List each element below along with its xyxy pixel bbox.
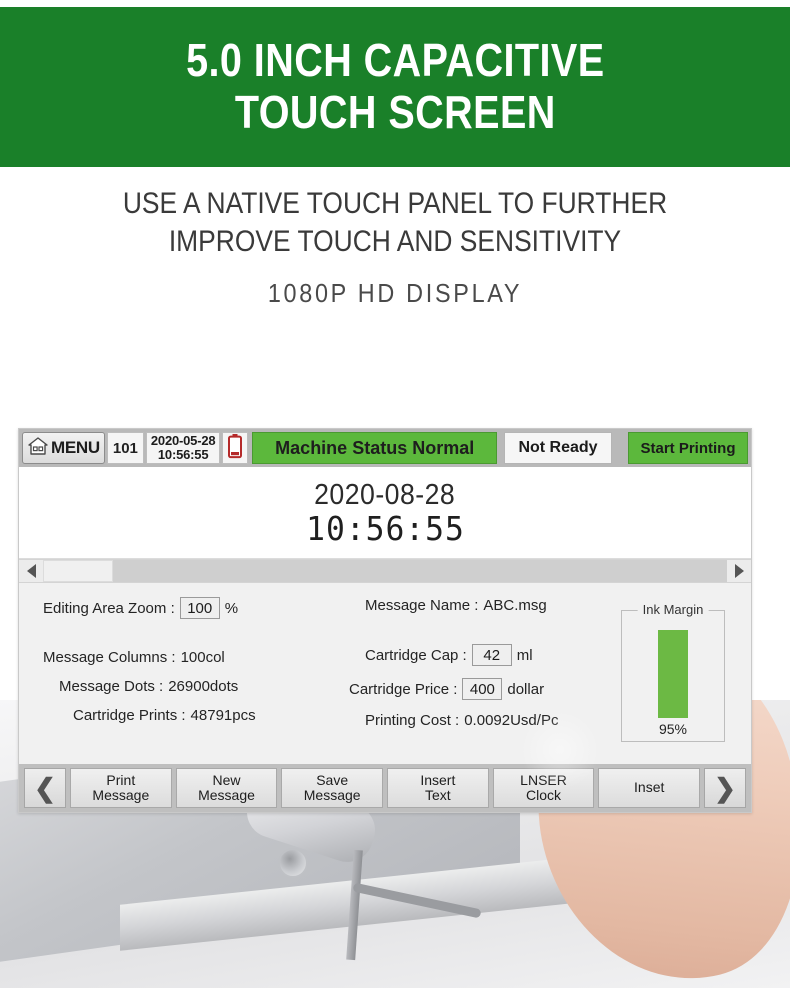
message-name-label: Message Name : <box>365 597 479 614</box>
insert-text-button[interactable]: Insert Text <box>387 768 489 808</box>
info-column-middle: Message Name : ABC.msg Cartridge Cap : 4… <box>335 597 615 758</box>
statusbar-date: 2020-05-28 <box>150 433 216 449</box>
cartridge-prints-value: 48791pcs <box>190 707 256 724</box>
scrollbar-track[interactable] <box>43 560 727 582</box>
message-columns-label: Message Columns : <box>43 649 176 666</box>
menu-button[interactable]: MENU <box>22 432 105 464</box>
triangle-left-icon <box>26 564 36 578</box>
toolbar-prev-button[interactable]: ❮ <box>24 768 66 808</box>
printing-cost-row: Printing Cost : 0.0092Usd/Pc <box>349 712 615 729</box>
chevron-right-icon: ❯ <box>714 773 736 803</box>
message-dots-row: Message Dots : 26900dots <box>43 678 329 695</box>
scroll-left-button[interactable] <box>19 560 43 582</box>
editing-area-zoom-label: Editing Area Zoom : <box>43 599 175 617</box>
ink-margin-percent: 95% <box>658 720 688 737</box>
save-message-button[interactable]: Save Message <box>281 768 384 808</box>
cartridge-prints-row: Cartridge Prints : 48791pcs <box>43 707 329 724</box>
lnser-clock-button[interactable]: LNSER Clock <box>492 768 595 808</box>
clock-time: 10:56:55 <box>305 508 465 548</box>
cartridge-cap-unit: ml <box>516 646 533 664</box>
subheading-block: USE A NATIVE TOUCH PANEL TO FURTHER IMPR… <box>0 185 790 309</box>
message-name-row: Message Name : ABC.msg <box>349 597 615 614</box>
ready-state-button[interactable]: Not Ready <box>504 432 612 464</box>
device-screen: MENU 101 2020-05-28 10:56:55 Machine Sta… <box>18 428 752 813</box>
ink-margin-legend: Ink Margin <box>637 601 709 617</box>
info-column-left: Editing Area Zoom : 100 % Message Column… <box>29 597 329 758</box>
hero-title: 5.0 INCH CAPACITIVE TOUCH SCREEN <box>185 34 605 138</box>
horizontal-scrollbar[interactable] <box>19 559 751 583</box>
chevron-left-icon: ❮ <box>34 773 56 803</box>
cartridge-cap-input[interactable]: 42 <box>471 644 512 666</box>
message-name-value: ABC.msg <box>483 597 547 614</box>
status-bar: MENU 101 2020-05-28 10:56:55 Machine Sta… <box>19 429 751 467</box>
ink-bar-track <box>658 626 688 718</box>
battery-indicator <box>222 432 249 464</box>
info-panel: Editing Area Zoom : 100 % Message Column… <box>19 583 751 764</box>
info-column-right: Ink Margin 95% <box>621 597 741 758</box>
message-dots-label: Message Dots : <box>59 678 164 695</box>
menu-button-label: MENU <box>51 438 100 457</box>
statusbar-datetime: 2020-05-28 10:56:55 <box>145 432 221 464</box>
hero-banner: 5.0 INCH CAPACITIVE TOUCH SCREEN <box>0 7 790 167</box>
scrollbar-thumb[interactable] <box>43 560 113 582</box>
inset-button[interactable]: Inset <box>598 768 701 808</box>
machine-id: 101 <box>106 432 144 464</box>
home-icon <box>27 436 49 461</box>
message-columns-row: Message Columns : 100col <box>43 649 329 666</box>
start-printing-button[interactable]: Start Printing <box>628 432 748 464</box>
clock-display: 2020-08-28 10:56:55 <box>19 467 751 559</box>
subheading-sub: 1080P HD DISPLAY <box>267 277 523 308</box>
message-columns-value: 100col <box>180 649 225 666</box>
print-message-button[interactable]: Print Message <box>70 768 172 808</box>
printing-cost-value: 0.0092Usd/Pc <box>464 712 559 729</box>
scroll-right-button[interactable] <box>727 560 751 582</box>
message-dots-value: 26900dots <box>168 678 239 695</box>
cartridge-cap-row: Cartridge Cap : 42 ml <box>349 644 615 666</box>
machine-status-badge: Machine Status Normal <box>252 432 497 464</box>
statusbar-time: 10:56:55 <box>157 447 209 462</box>
cartridge-price-unit: dollar <box>507 680 545 698</box>
editing-area-zoom-row: Editing Area Zoom : 100 % <box>43 597 329 619</box>
bottom-toolbar: ❮ Print Message New Message Save Message… <box>19 764 751 812</box>
cartridge-price-label: Cartridge Price : <box>349 680 458 698</box>
cartridge-cap-label: Cartridge Cap : <box>365 646 467 664</box>
machine-pivot-hole <box>278 848 308 878</box>
subheading-main: USE A NATIVE TOUCH PANEL TO FURTHER IMPR… <box>122 187 668 259</box>
battery-icon <box>227 433 243 464</box>
editing-area-zoom-input[interactable]: 100 <box>179 597 220 619</box>
clock-date: 2020-08-28 <box>314 478 456 511</box>
toolbar-next-button[interactable]: ❯ <box>704 768 747 808</box>
triangle-right-icon <box>734 564 744 578</box>
cartridge-prints-label: Cartridge Prints : <box>73 707 186 724</box>
printing-cost-label: Printing Cost : <box>365 712 460 729</box>
editing-area-zoom-unit: % <box>224 599 239 617</box>
cartridge-price-input[interactable]: 400 <box>462 678 503 700</box>
promo-page: 5.0 INCH CAPACITIVE TOUCH SCREEN USE A N… <box>0 0 790 988</box>
new-message-button[interactable]: New Message <box>175 768 278 808</box>
cartridge-price-row: Cartridge Price : 400 dollar <box>349 678 615 700</box>
ink-bar-fill <box>658 630 688 718</box>
ink-margin-gauge: Ink Margin 95% <box>621 601 725 742</box>
